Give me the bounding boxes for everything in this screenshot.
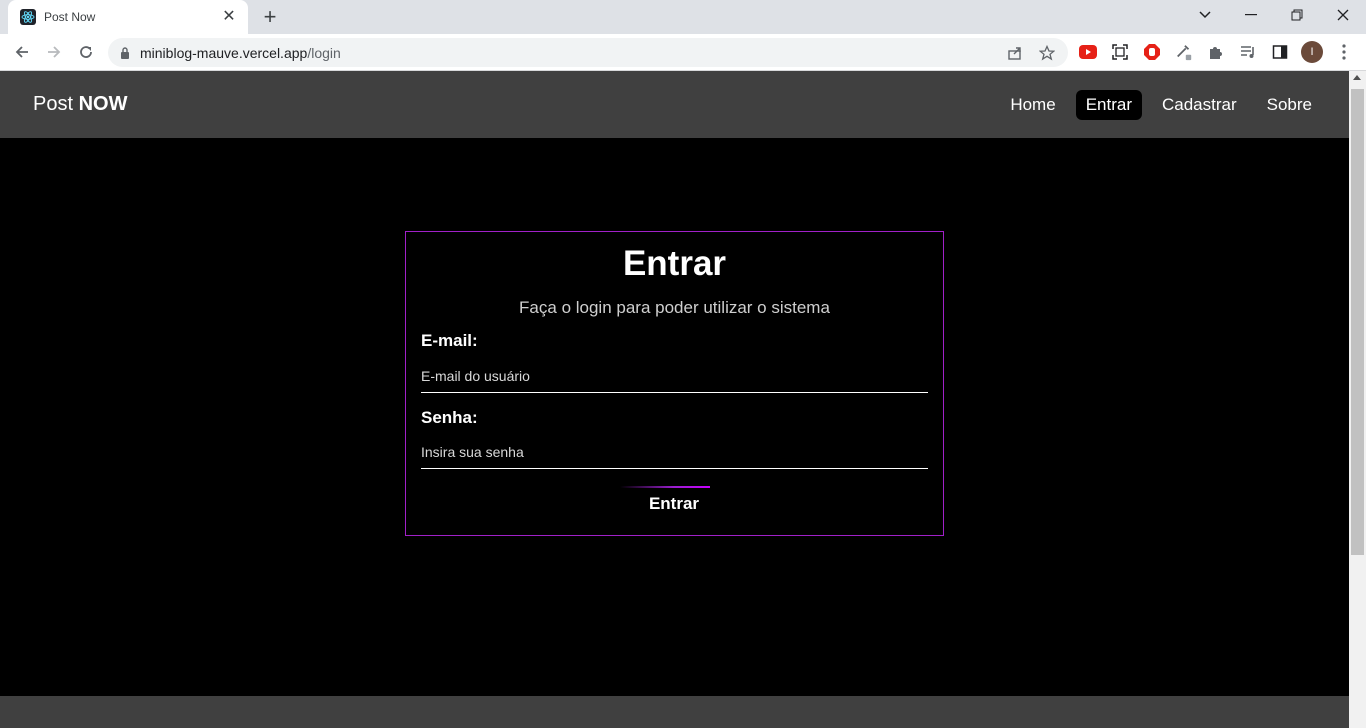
submit-accent-line <box>620 486 710 488</box>
eyedropper-extension-icon[interactable] <box>1175 43 1193 61</box>
url-path: /login <box>307 44 341 61</box>
page-scrollbar[interactable] <box>1349 71 1366 728</box>
email-field[interactable] <box>421 359 928 393</box>
restore-icon[interactable] <box>1274 0 1320 30</box>
email-label: E-mail: <box>421 331 478 350</box>
login-form: Entrar Faça o login para poder utilizar … <box>405 231 944 536</box>
forward-icon[interactable] <box>42 40 66 64</box>
scrollbar-thumb[interactable] <box>1351 89 1364 555</box>
lock-icon <box>121 46 129 59</box>
nav-link-entrar[interactable]: Entrar <box>1075 90 1142 120</box>
brand-bold: NOW <box>78 93 128 115</box>
screenshot-extension-icon[interactable] <box>1111 43 1129 61</box>
password-label: Senha: <box>421 408 478 427</box>
reload-icon[interactable] <box>74 40 98 64</box>
site-footer <box>0 696 1349 728</box>
browser-toolbar: miniblog-mauve.vercel.app/login I <box>0 34 1366 71</box>
browser-menu-icon[interactable] <box>1335 43 1353 61</box>
address-bar[interactable]: miniblog-mauve.vercel.app/login <box>108 38 1068 67</box>
brand-regular: Post <box>33 93 79 115</box>
login-subtitle: Faça o login para poder utilizar o siste… <box>519 298 830 317</box>
bookmark-star-icon[interactable] <box>1038 44 1056 62</box>
url-text: miniblog-mauve.vercel.app/login <box>140 45 341 61</box>
youtube-extension-icon[interactable] <box>1079 43 1097 61</box>
extensions-puzzle-icon[interactable] <box>1207 43 1225 61</box>
tab-search-icon[interactable] <box>1182 0 1228 30</box>
scroll-up-icon[interactable] <box>1353 75 1361 80</box>
adblock-extension-icon[interactable] <box>1143 43 1161 61</box>
nav-link-home[interactable]: Home <box>1000 90 1065 120</box>
minimize-icon[interactable] <box>1228 0 1274 30</box>
browser-tab-bar: Post Now ✕ + <box>0 0 1366 34</box>
brand-logo[interactable]: Post NOW <box>33 93 127 116</box>
profile-avatar[interactable]: I <box>1301 41 1323 63</box>
new-tab-icon[interactable]: + <box>258 6 282 28</box>
tab-close-icon[interactable]: ✕ <box>220 8 238 26</box>
react-logo-icon <box>20 9 36 25</box>
browser-tab[interactable]: Post Now ✕ <box>8 0 248 34</box>
nav-link-sobre[interactable]: Sobre <box>1257 90 1322 120</box>
browser-tab-title: Post Now <box>44 10 96 24</box>
page-viewport: Post NOW Home Entrar Cadastrar Sobre Ent… <box>0 71 1349 728</box>
side-panel-icon[interactable] <box>1271 43 1289 61</box>
nav-links: Home Entrar Cadastrar Sobre <box>990 90 1322 120</box>
close-window-icon[interactable] <box>1320 0 1366 30</box>
password-field[interactable] <box>421 435 928 469</box>
share-icon[interactable] <box>1006 44 1024 62</box>
site-navbar: Post NOW Home Entrar Cadastrar Sobre <box>0 71 1349 138</box>
login-submit-button[interactable]: Entrar <box>624 494 724 514</box>
nav-link-cadastrar[interactable]: Cadastrar <box>1152 90 1247 120</box>
back-icon[interactable] <box>10 40 34 64</box>
url-host: miniblog-mauve.vercel.app <box>140 44 308 61</box>
media-controls-icon[interactable] <box>1239 43 1257 61</box>
login-title: Entrar <box>622 244 727 283</box>
